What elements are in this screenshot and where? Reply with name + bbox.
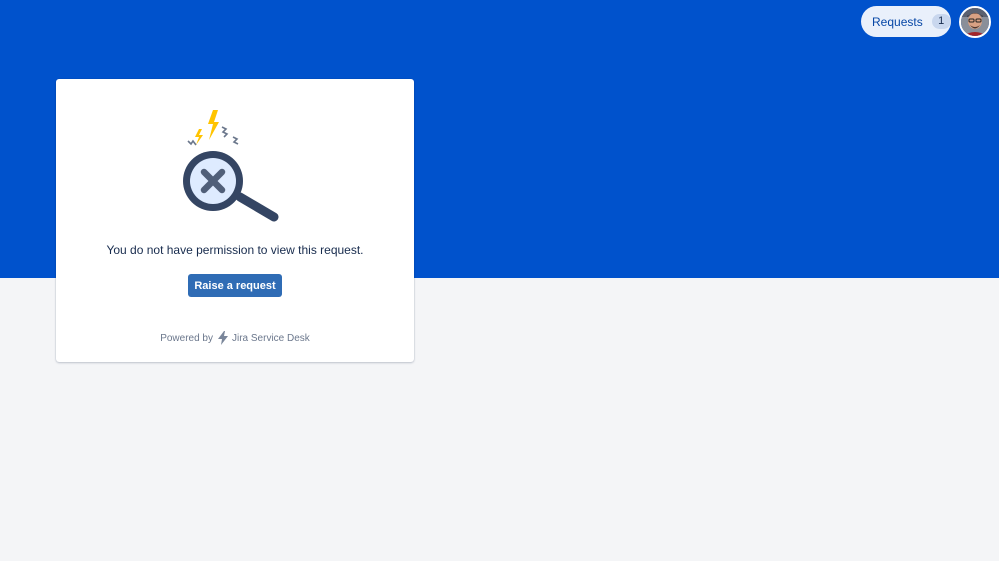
- requests-button[interactable]: Requests 1: [861, 6, 951, 37]
- requests-label: Requests: [872, 14, 923, 29]
- requests-count-badge: 1: [931, 14, 951, 29]
- raise-request-button[interactable]: Raise a request: [188, 274, 282, 297]
- powered-by-product[interactable]: Jira Service Desk: [232, 333, 310, 344]
- magnifier-x-icon: [178, 107, 288, 227]
- permission-message: You do not have permission to view this …: [106, 243, 364, 257]
- avatar-image: [961, 8, 989, 36]
- jira-bolt-icon: [217, 331, 229, 345]
- powered-by-prefix: Powered by: [160, 332, 213, 344]
- permission-card: You do not have permission to view this …: [56, 79, 414, 362]
- powered-by-footer: Powered by Jira Service Desk: [56, 331, 414, 345]
- user-avatar[interactable]: [959, 6, 991, 38]
